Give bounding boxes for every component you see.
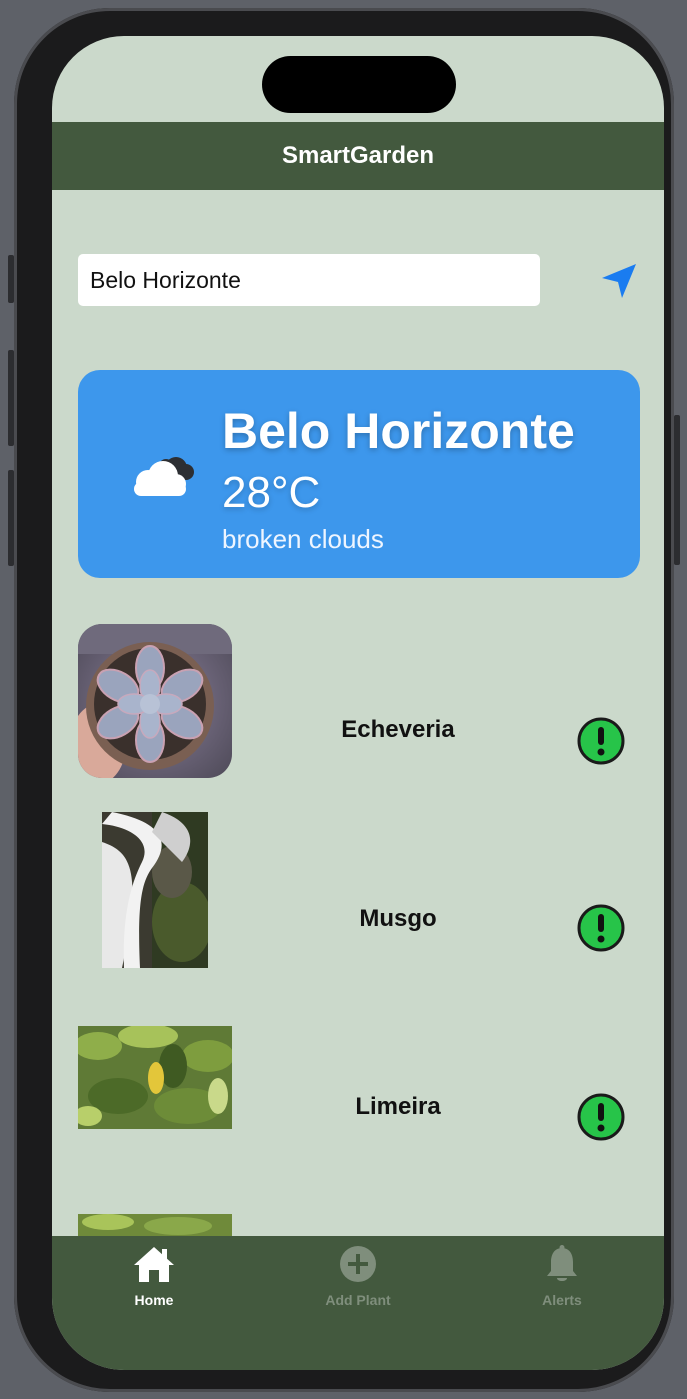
plant-name: Musgo	[359, 905, 437, 932]
location-arrow-icon	[602, 264, 636, 298]
app-screen: SmartGarden Belo Horizonte 28°C broken c…	[52, 36, 664, 1370]
plant-image-musgo	[102, 812, 208, 968]
tab-label: Alerts	[542, 1292, 582, 1308]
plant-image-echeveria	[78, 624, 232, 778]
tab-add-plant[interactable]: Add Plant	[278, 1244, 438, 1308]
tab-bar: Home Add Plant Alerts	[52, 1236, 664, 1370]
plant-name: Echeveria	[341, 716, 455, 743]
tab-home[interactable]: Home	[74, 1244, 234, 1308]
navigation-bar: SmartGarden	[52, 122, 664, 190]
location-button[interactable]	[598, 258, 642, 302]
exclamation-circle-icon[interactable]	[576, 1092, 626, 1142]
dynamic-island	[262, 56, 456, 113]
plant-image-partial	[78, 1214, 232, 1236]
plant-list: Echeveria Musgo Limeira	[52, 616, 664, 1236]
plus-circle-icon	[340, 1246, 376, 1282]
tab-alerts[interactable]: Alerts	[482, 1244, 642, 1308]
tab-label: Home	[134, 1292, 174, 1308]
tab-label: Add Plant	[325, 1292, 391, 1308]
weather-description: broken clouds	[222, 524, 384, 554]
exclamation-circle-icon[interactable]	[576, 716, 626, 766]
phone-frame: SmartGarden Belo Horizonte 28°C broken c…	[14, 8, 674, 1392]
app-title: SmartGarden	[281, 142, 435, 169]
plant-image-limeira	[78, 1026, 232, 1129]
house-icon	[134, 1247, 174, 1282]
weather-city: Belo Horizonte	[222, 403, 575, 459]
city-search-input[interactable]	[78, 254, 540, 306]
bell-icon	[547, 1245, 577, 1281]
weather-card: Belo Horizonte 28°C broken clouds	[78, 370, 640, 578]
weather-temperature: 28°C	[222, 468, 321, 517]
exclamation-circle-icon[interactable]	[576, 903, 626, 953]
power-button	[674, 415, 680, 565]
plant-name: Limeira	[355, 1093, 441, 1120]
cloud-icon	[134, 457, 194, 496]
